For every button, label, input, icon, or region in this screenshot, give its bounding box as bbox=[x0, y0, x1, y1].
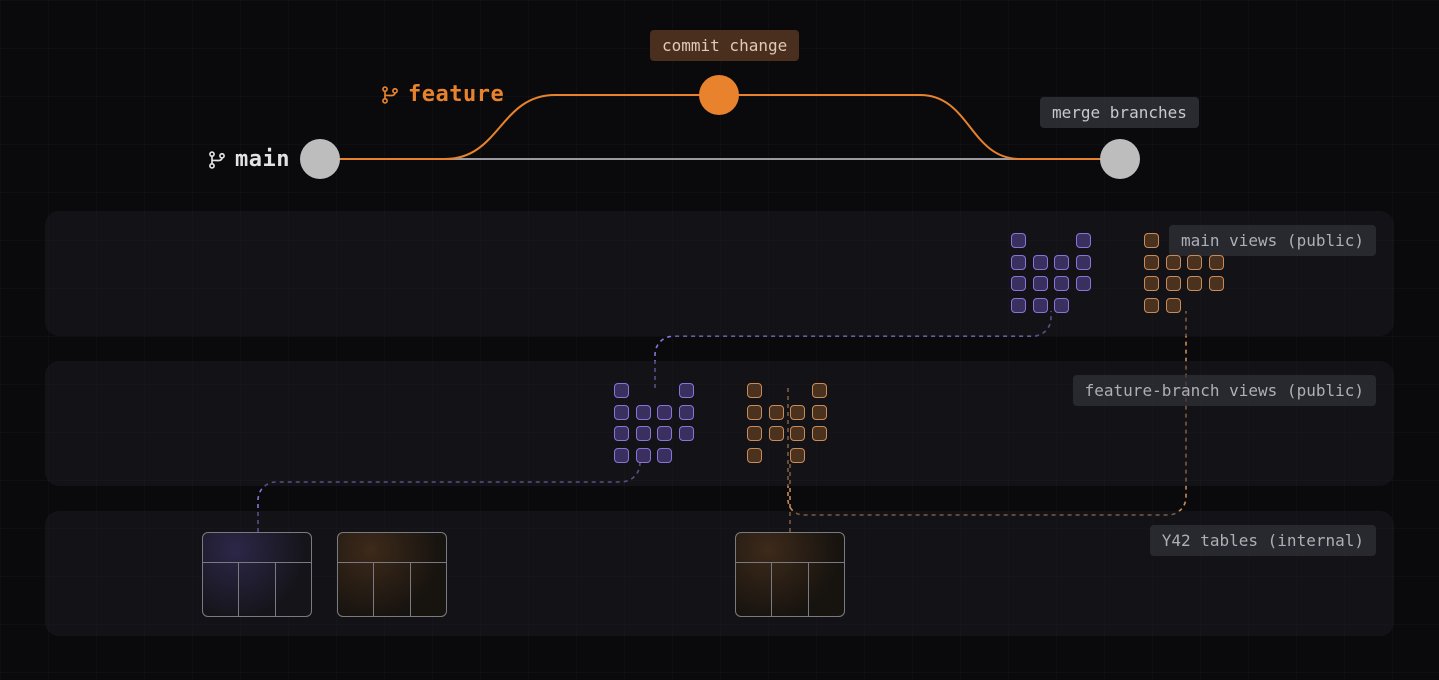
table-orange-1 bbox=[337, 532, 447, 617]
main-branch-text: main bbox=[235, 147, 290, 172]
table-orange-2 bbox=[735, 532, 845, 617]
feature-views-purple-cluster bbox=[614, 383, 694, 463]
commit-change-badge: commit change bbox=[650, 30, 799, 61]
feature-commit bbox=[699, 75, 739, 115]
main-start-commit bbox=[300, 139, 340, 179]
main-views-purple-cluster bbox=[1011, 233, 1091, 313]
git-branch-icon bbox=[380, 85, 400, 105]
tables-label: Y42 tables (internal) bbox=[1150, 525, 1376, 556]
git-branch-icon bbox=[207, 150, 227, 170]
table-purple bbox=[202, 532, 312, 617]
feature-branch-text: feature bbox=[408, 82, 504, 107]
feature-views-label: feature-branch views (public) bbox=[1073, 375, 1376, 406]
feature-branch-label: feature bbox=[380, 82, 504, 107]
merge-branches-badge: merge branches bbox=[1040, 97, 1199, 128]
main-branch-label: main bbox=[207, 147, 290, 172]
main-merge-commit bbox=[1100, 139, 1140, 179]
feature-views-orange-cluster bbox=[747, 383, 827, 463]
main-views-orange-cluster bbox=[1144, 233, 1224, 313]
feature-views-panel: feature-branch views (public) bbox=[45, 361, 1394, 486]
